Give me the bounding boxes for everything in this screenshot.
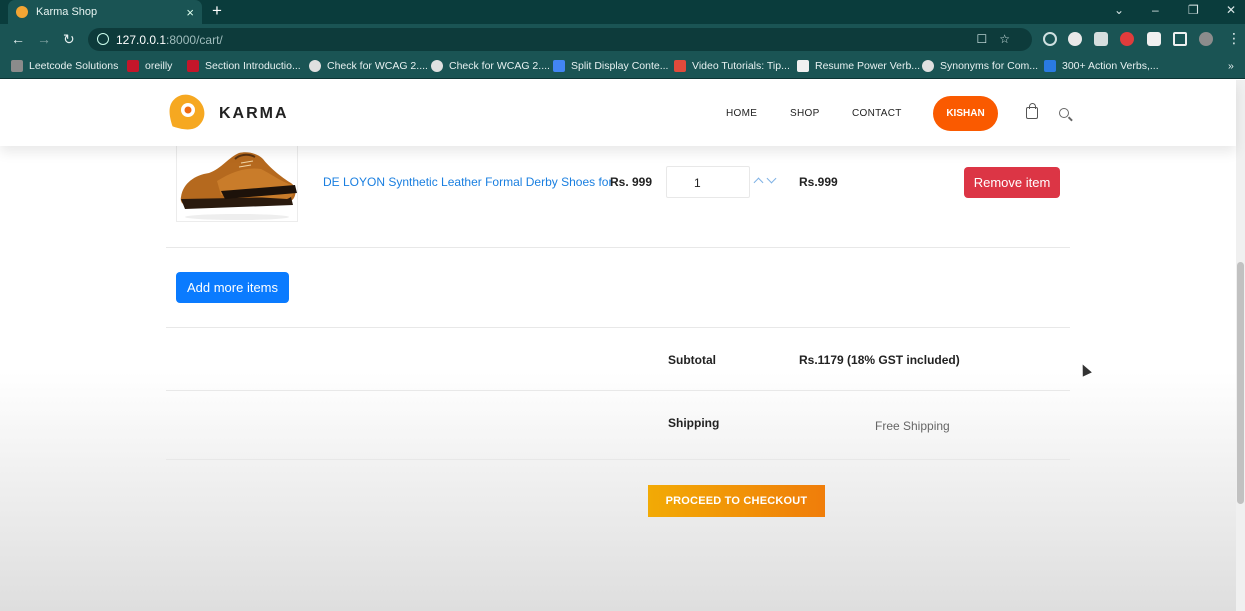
side-panel-icon[interactable] <box>1173 32 1187 46</box>
close-window-button[interactable]: ✕ <box>1226 3 1236 17</box>
browser-menu-icon[interactable]: ⋮ <box>1227 30 1241 46</box>
divider <box>166 459 1070 460</box>
bookmark-item[interactable]: Check for WCAG 2.... <box>309 60 428 72</box>
extensions-puzzle-icon[interactable] <box>1147 32 1161 46</box>
globe-icon <box>922 60 934 72</box>
bookmark-item[interactable]: Check for WCAG 2.... <box>431 60 550 72</box>
nav-shop[interactable]: SHOP <box>790 108 820 119</box>
more-bookmarks-icon[interactable]: » <box>1228 60 1234 72</box>
row-total: Rs.999 <box>799 175 838 189</box>
add-more-items-button[interactable]: Add more items <box>176 272 289 303</box>
karma-favicon-icon <box>16 6 28 18</box>
docs-icon <box>553 60 565 72</box>
site-logo[interactable]: KARMA <box>166 93 289 134</box>
scrollbar-thumb[interactable] <box>1237 262 1244 504</box>
chevron-down-icon[interactable] <box>766 173 777 184</box>
extension-red-icon[interactable] <box>1120 32 1134 46</box>
page-scrollbar[interactable] <box>1236 80 1245 611</box>
bookmark-item[interactable]: Video Tutorials: Tip... <box>674 60 790 72</box>
bookmark-item[interactable]: Leetcode Solutions <box>11 60 118 72</box>
product-image <box>176 138 298 222</box>
quantity-value: 1 <box>694 176 701 190</box>
divider <box>166 390 1070 391</box>
bookmark-item[interactable]: Split Display Conte... <box>553 60 668 72</box>
subtotal-value: Rs.1179 (18% GST included) <box>799 353 960 367</box>
leetcode-icon <box>11 60 23 72</box>
globe-icon <box>431 60 443 72</box>
brand-name: KARMA <box>219 104 289 122</box>
unit-price: Rs. 999 <box>610 175 653 189</box>
shoe-image <box>180 152 297 220</box>
tab-search-icon[interactable]: ⌄ <box>1114 3 1124 17</box>
site-info-icon[interactable] <box>97 33 109 45</box>
chevron-up-icon[interactable] <box>753 177 764 188</box>
browser-tab[interactable]: Karma Shop × <box>8 0 202 24</box>
action-verbs-icon <box>1044 60 1056 72</box>
mouse-cursor-icon <box>1078 362 1092 377</box>
proceed-to-checkout-button[interactable]: PROCEED TO CHECKOUT <box>648 485 825 517</box>
quantity-input[interactable]: 1 <box>666 166 750 198</box>
site-header: KARMA HOME SHOP CONTACT KISHAN <box>0 80 1236 146</box>
bookmark-item[interactable]: 300+ Action Verbs,... <box>1044 60 1159 72</box>
omnibox-actions[interactable]: ☐☆ <box>976 32 1022 46</box>
minimize-button[interactable]: – <box>1152 3 1159 17</box>
extension-camera-icon[interactable] <box>1094 32 1108 46</box>
karma-logo-icon <box>166 93 207 134</box>
subtotal-label: Subtotal <box>668 353 716 367</box>
bookmark-item[interactable]: oreilly <box>127 60 172 72</box>
user-account-button[interactable]: KISHAN <box>933 96 998 131</box>
nav-home[interactable]: HOME <box>726 108 757 119</box>
browser-tab-strip: Karma Shop × + ⌄ – ❐ ✕ <box>0 0 1245 24</box>
resume-icon <box>797 60 809 72</box>
shopping-bag-icon[interactable] <box>1026 103 1038 119</box>
divider <box>166 247 1070 248</box>
oreilly-icon <box>187 60 199 72</box>
divider <box>166 327 1070 328</box>
browser-toolbar: ← → ↻ 127.0.0.1:8000/cart/ ☐☆ ⋮ <box>0 24 1245 55</box>
search-icon[interactable] <box>1059 108 1069 118</box>
product-name-link[interactable]: DE LOYON Synthetic Leather Formal Derby … <box>323 175 612 189</box>
address-bar[interactable]: 127.0.0.1:8000/cart/ ☐☆ <box>88 28 1032 51</box>
shipping-label: Shipping <box>668 416 720 430</box>
bookmark-item[interactable]: Section Introductio... <box>187 60 301 72</box>
extension-w-icon[interactable] <box>1068 32 1082 46</box>
browser-tab-title: Karma Shop <box>36 6 98 18</box>
bookmarks-bar: Leetcode Solutions oreilly Section Intro… <box>0 55 1245 79</box>
page-viewport: KARMA HOME SHOP CONTACT KISHAN DE LOYON … <box>0 80 1245 611</box>
close-tab-icon[interactable]: × <box>186 5 194 20</box>
extension-circle-icon[interactable] <box>1043 32 1057 46</box>
nav-contact[interactable]: CONTACT <box>852 108 902 119</box>
bookmark-item[interactable]: Resume Power Verb... <box>797 60 920 72</box>
back-arrow-icon[interactable]: ← <box>11 31 25 47</box>
reload-icon[interactable]: ↻ <box>63 31 75 47</box>
globe-icon <box>309 60 321 72</box>
url-text: 127.0.0.1:8000/cart/ <box>116 33 223 47</box>
video-tutorials-icon <box>674 60 686 72</box>
remove-item-button[interactable]: Remove item <box>964 167 1060 198</box>
maximize-button[interactable]: ❐ <box>1188 3 1199 17</box>
oreilly-icon <box>127 60 139 72</box>
new-tab-button[interactable]: + <box>212 2 222 20</box>
profile-avatar[interactable] <box>1199 32 1213 46</box>
bookmark-item[interactable]: Synonyms for Com... <box>922 60 1038 72</box>
forward-arrow-icon[interactable]: → <box>37 31 51 47</box>
shipping-value: Free Shipping <box>875 419 950 433</box>
